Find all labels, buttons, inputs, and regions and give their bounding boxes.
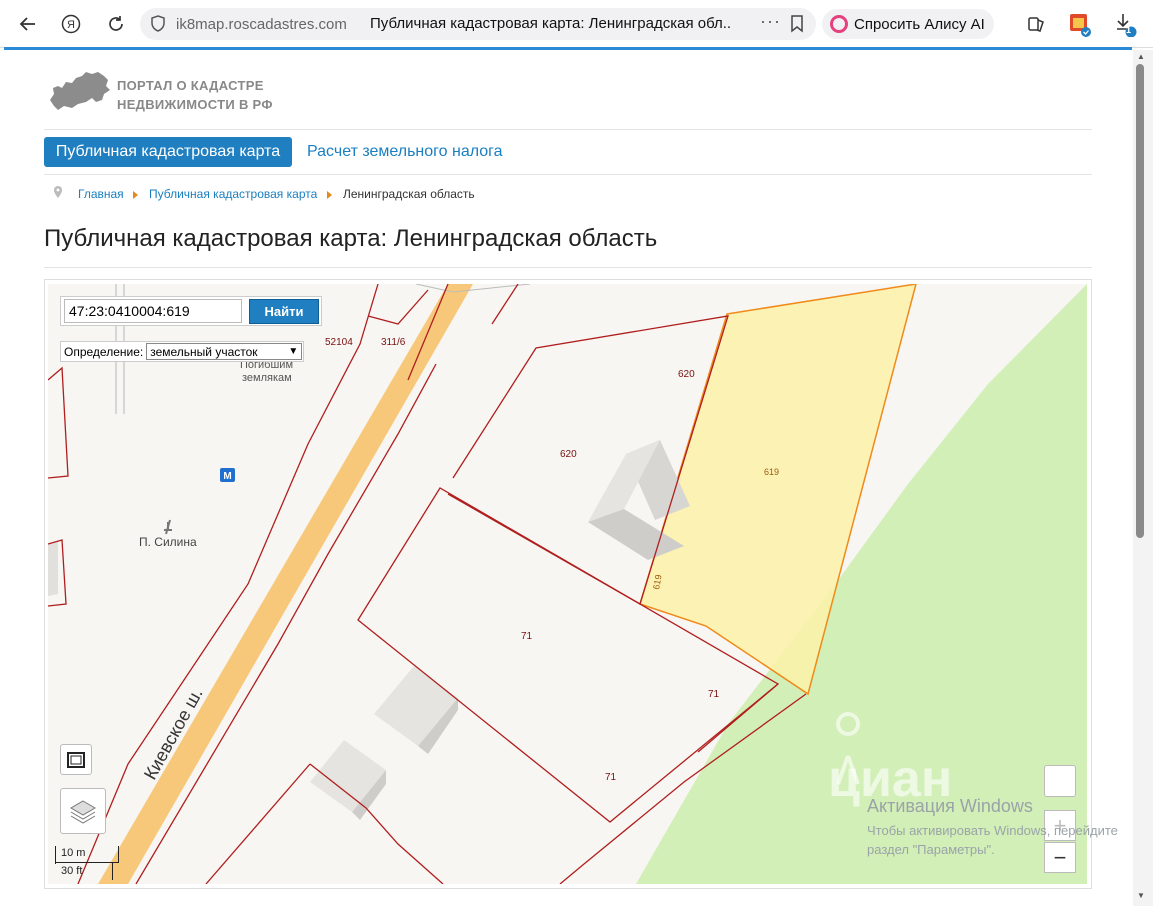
extension-icon[interactable] — [1066, 10, 1094, 38]
label-zemlyakam: землякам — [242, 372, 292, 384]
scroll-up-icon[interactable]: ▲ — [1137, 52, 1145, 61]
metro-icon-letter: М — [223, 471, 231, 482]
layers-icon — [70, 800, 96, 824]
address-host: ik8map.roscadastres.com — [176, 16, 347, 33]
shield-icon — [150, 14, 166, 39]
breadcrumb-arrow-icon — [133, 191, 138, 199]
breadcrumb-home[interactable]: Главная — [78, 187, 124, 201]
definition-label: Определение: — [64, 344, 144, 359]
find-button[interactable]: Найти — [249, 299, 319, 324]
back-icon[interactable] — [14, 10, 42, 38]
cadastral-map[interactable]: М 52104 311/6 Погибшим землякам П. Силин… — [48, 284, 1087, 884]
browser-toolbar: Я ik8map.roscadastres.com Публичная када… — [0, 0, 1153, 48]
label-parcel-620: 620 — [678, 369, 695, 380]
definition-panel: Определение: земельный участок ▼ — [60, 341, 304, 362]
address-bar[interactable]: ik8map.roscadastres.com Публичная кадаст… — [140, 8, 816, 40]
map-canvas[interactable]: М 52104 311/6 Погибшим землякам П. Силин… — [48, 284, 1087, 884]
tab-public-cadastral-map[interactable]: Публичная кадастровая карта — [44, 137, 292, 167]
tab-land-tax[interactable]: Расчет земельного налога — [307, 143, 503, 161]
site-logo-text[interactable]: ПОРТАЛ О КАДАСТРЕ НЕДВИЖИМОСТИ В РФ — [117, 76, 273, 114]
divider — [44, 174, 1092, 175]
layers-button[interactable] — [60, 788, 106, 834]
cadastral-number-input[interactable] — [64, 299, 242, 323]
tab-title: Публичная кадастровая карта: Ленинградск… — [370, 15, 732, 32]
bookmark-icon[interactable] — [790, 15, 804, 38]
logo-line-2: НЕДВИЖИМОСТИ В РФ — [117, 97, 273, 112]
building — [310, 740, 386, 812]
svg-text:Я: Я — [67, 19, 75, 31]
reload-icon[interactable] — [102, 10, 130, 38]
scrollbar-thumb[interactable] — [1136, 64, 1144, 538]
windows-activation-line2: раздел "Параметры". — [867, 842, 995, 857]
divider — [44, 267, 1092, 268]
scale-meters: 10 m — [61, 847, 86, 859]
windows-activation-line1: Чтобы активировать Windows, перейдите — [867, 823, 1118, 838]
alice-icon — [830, 15, 848, 33]
windows-activation-title: Активация Windows — [867, 796, 1033, 816]
logo-line-1: ПОРТАЛ О КАДАСТРЕ — [117, 78, 264, 93]
breadcrumb-map[interactable]: Публичная кадастровая карта — [149, 187, 317, 201]
fullscreen-icon — [67, 751, 85, 768]
chevron-down-icon: ▼ — [288, 346, 299, 357]
label-parcel-619: 619 — [764, 467, 779, 477]
map-scale: 10 m 30 ft — [55, 846, 121, 880]
divider — [44, 129, 1092, 130]
scroll-down-icon[interactable]: ▼ — [1137, 891, 1145, 900]
definition-value: земельный участок — [150, 344, 258, 359]
ask-alice-button[interactable]: Спросить Алису AI — [822, 9, 994, 39]
label-parcel-71: 71 — [605, 772, 617, 783]
windows-activation-notice: Активация Windows Чтобы активировать Win… — [867, 796, 1118, 859]
more-icon[interactable]: ··· — [760, 11, 781, 32]
label-311-6: 311/6 — [381, 337, 406, 348]
fullscreen-button[interactable] — [60, 744, 92, 775]
definition-select[interactable]: земельный участок ▼ — [146, 343, 303, 360]
label-p-silina: П. Силина — [139, 535, 197, 549]
building — [48, 542, 58, 596]
location-pin-icon — [53, 185, 63, 204]
label-52104: 52104 — [325, 337, 353, 348]
label-parcel-71: 71 — [708, 689, 720, 700]
scale-feet: 30 ft — [61, 865, 83, 877]
collections-icon[interactable] — [1022, 10, 1050, 38]
label-parcel-620: 620 — [560, 449, 577, 460]
yandex-icon[interactable]: Я — [57, 10, 85, 38]
russia-map-logo[interactable] — [48, 70, 112, 119]
alice-label: Спросить Алису AI — [854, 15, 985, 33]
map-tool-button[interactable] — [1044, 765, 1076, 797]
label-parcel-71: 71 — [521, 631, 533, 642]
building — [374, 666, 458, 746]
breadcrumb-arrow-icon — [327, 191, 332, 199]
page-title: Публичная кадастровая карта: Ленинградск… — [44, 225, 658, 252]
monument-icon — [164, 519, 172, 535]
downloads-icon[interactable]: 1 — [1111, 10, 1139, 38]
downloads-badge: 1 — [1126, 25, 1132, 35]
breadcrumb-current: Ленинградская область — [343, 187, 475, 201]
